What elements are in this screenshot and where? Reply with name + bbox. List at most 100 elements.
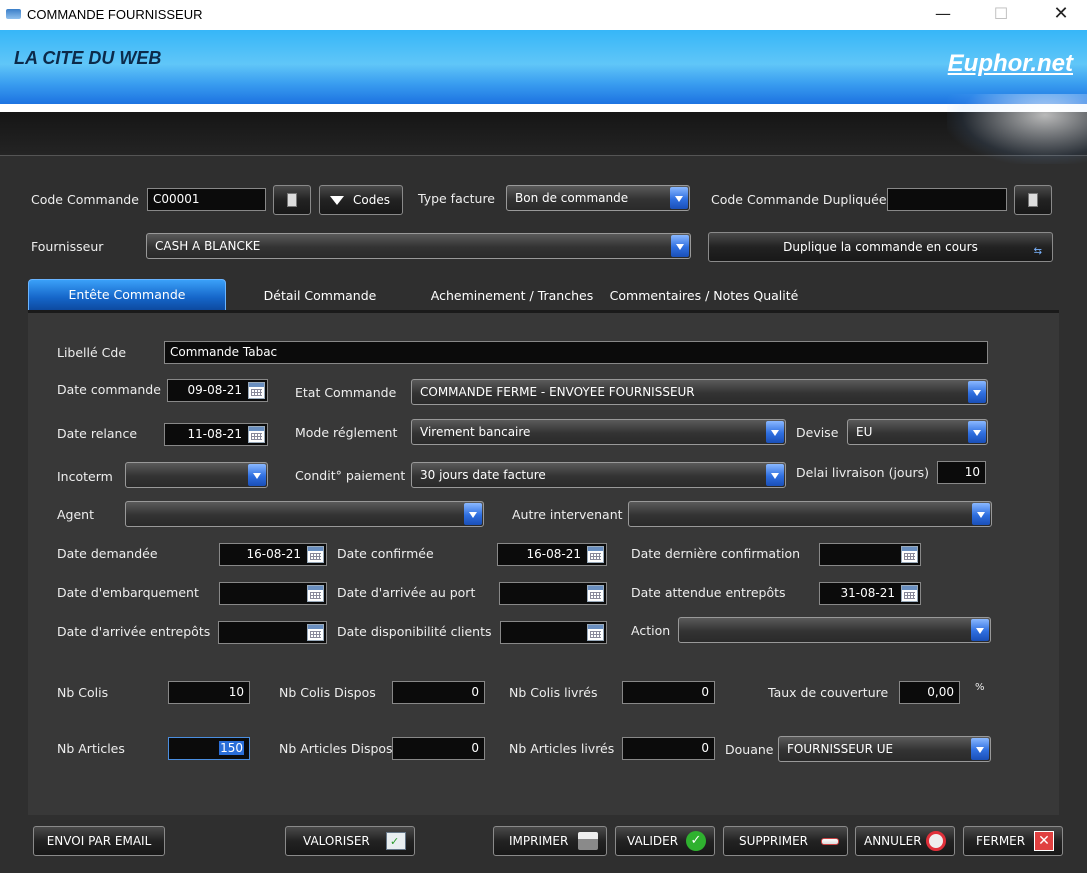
imprimer-label: IMPRIMER	[509, 834, 569, 848]
euphor-logo[interactable]: Euphor.net	[948, 50, 1073, 78]
fournisseur-select[interactable]: CASH A BLANCKE	[146, 233, 691, 259]
date-attendue-label: Date attendue entrepôts	[631, 585, 786, 600]
devise-select[interactable]: EU	[847, 419, 988, 445]
codes-button-label: Codes	[353, 193, 390, 207]
date-arrivee-label: Date d'arrivée entrepôts	[57, 624, 211, 639]
chevron-down-icon	[971, 738, 989, 760]
check-icon: ✓	[686, 831, 706, 851]
chevron-down-icon	[968, 381, 986, 403]
douane-select[interactable]: FOURNISSEUR UE	[778, 736, 991, 762]
calendar-icon[interactable]	[587, 546, 604, 563]
banner: LA CITE DU WEB Euphor.net	[0, 30, 1087, 106]
delai-input[interactable]: 10	[937, 461, 986, 484]
chevron-down-icon	[766, 464, 784, 486]
condit-select[interactable]: 30 jours date facture	[411, 462, 786, 488]
envoi-email-button[interactable]: ENVOI PAR EMAIL	[33, 826, 165, 856]
fermer-button[interactable]: FERMER ✕	[963, 826, 1063, 856]
type-facture-value: Bon de commande	[515, 191, 629, 205]
date-embarquement-field[interactable]	[219, 582, 327, 605]
nb-colis-livres-input[interactable]: 0	[622, 681, 715, 704]
annuler-button[interactable]: ANNULER	[855, 826, 955, 856]
company-name: LA CITE DU WEB	[14, 48, 162, 68]
incoterm-select[interactable]	[125, 462, 268, 488]
calendar-icon[interactable]	[307, 585, 324, 602]
date-demandee-label: Date demandée	[57, 546, 158, 561]
tab-entete[interactable]: Entête Commande	[28, 279, 226, 311]
nb-colis-dispos-label: Nb Colis Dispos	[279, 685, 376, 700]
date-demandee-field[interactable]: 16-08-21	[219, 543, 327, 566]
calendar-icon[interactable]	[307, 546, 324, 563]
new-doc-button-2[interactable]	[1014, 185, 1052, 215]
banner-glow	[947, 94, 1087, 164]
banner-divider	[0, 104, 1087, 112]
type-facture-select[interactable]: Bon de commande	[506, 185, 690, 211]
date-derniere-field[interactable]	[819, 543, 921, 566]
delai-label: Delai livraison (jours)	[796, 465, 930, 480]
valoriser-button[interactable]: VALORISER ✓	[285, 826, 415, 856]
nb-articles-value: 150	[219, 741, 244, 755]
printer-icon	[578, 832, 598, 850]
new-doc-button[interactable]	[273, 185, 311, 215]
etat-select[interactable]: COMMANDE FERME - ENVOYEE FOURNISSEUR	[411, 379, 988, 405]
date-commande-label: Date commande	[57, 382, 161, 397]
libelle-label: Libellé Cde	[57, 345, 127, 360]
codes-button[interactable]: Codes	[319, 185, 403, 215]
date-dispo-field[interactable]	[500, 621, 607, 644]
date-derniere-label: Date dernière confirmation	[631, 546, 801, 561]
date-port-field[interactable]	[499, 582, 607, 605]
calendar-icon[interactable]	[587, 624, 604, 641]
autre-intervenant-select[interactable]	[628, 501, 992, 527]
date-attendue-value: 31-08-21	[840, 586, 895, 600]
maximize-icon[interactable]: ☐	[989, 4, 1013, 26]
douane-value: FOURNISSEUR UE	[787, 742, 894, 756]
minimize-icon[interactable]: —	[931, 4, 955, 26]
date-demandee-value: 16-08-21	[246, 547, 301, 561]
date-confirmee-value: 16-08-21	[526, 547, 581, 561]
app-icon	[6, 9, 21, 19]
valoriser-label: VALORISER	[303, 834, 370, 848]
date-relance-value: 11-08-21	[187, 427, 242, 441]
date-commande-field[interactable]: 09-08-21	[167, 379, 268, 402]
date-confirmee-field[interactable]: 16-08-21	[497, 543, 607, 566]
date-relance-field[interactable]: 11-08-21	[164, 423, 268, 446]
close-icon[interactable]: ✕	[1049, 4, 1073, 26]
imprimer-button[interactable]: IMPRIMER	[493, 826, 607, 856]
calendar-icon[interactable]	[307, 624, 324, 641]
agent-select[interactable]	[125, 501, 484, 527]
code-commande-label: Code Commande	[31, 192, 139, 207]
valider-button[interactable]: VALIDER ✓	[615, 826, 715, 856]
nb-articles-input[interactable]: 150	[168, 737, 250, 760]
date-arrivee-field[interactable]	[218, 621, 327, 644]
checklist-icon: ✓	[386, 832, 406, 850]
tab-acheminement[interactable]: Acheminement / Tranches	[426, 279, 598, 311]
action-select[interactable]	[678, 617, 991, 643]
code-dupliquee-input[interactable]	[887, 188, 1007, 211]
calendar-icon[interactable]	[901, 585, 918, 602]
duplique-button[interactable]: Duplique la commande en cours ⇆	[708, 232, 1053, 262]
calendar-icon[interactable]	[248, 382, 265, 399]
tab-commentaires[interactable]: Commentaires / Notes Qualité	[608, 279, 800, 311]
chevron-down-icon	[671, 235, 689, 257]
nb-articles-dispos-input[interactable]: 0	[392, 737, 485, 760]
nb-colis-dispos-input[interactable]: 0	[392, 681, 485, 704]
nb-colis-input[interactable]: 10	[168, 681, 250, 704]
fermer-label: FERMER	[976, 834, 1026, 848]
supprimer-label: SUPPRIMER	[739, 834, 809, 848]
calendar-icon[interactable]	[587, 585, 604, 602]
tab-detail[interactable]: Détail Commande	[250, 279, 390, 311]
date-confirmee-label: Date confirmée	[337, 546, 434, 561]
code-commande-input[interactable]: C00001	[147, 188, 266, 211]
filter-icon	[330, 196, 344, 205]
condit-label: Condit° paiement	[295, 468, 406, 483]
agent-label: Agent	[57, 507, 94, 522]
calendar-icon[interactable]	[248, 426, 265, 443]
calendar-icon[interactable]	[901, 546, 918, 563]
nb-articles-livres-input[interactable]: 0	[622, 737, 715, 760]
supprimer-button[interactable]: SUPPRIMER	[723, 826, 848, 856]
date-attendue-field[interactable]: 31-08-21	[819, 582, 921, 605]
libelle-input[interactable]: Commande Tabac	[164, 341, 988, 364]
taux-input[interactable]: 0,00	[899, 681, 960, 704]
mode-reglement-select[interactable]: Virement bancaire	[411, 419, 786, 445]
minus-icon	[821, 838, 839, 845]
etat-value: COMMANDE FERME - ENVOYEE FOURNISSEUR	[420, 385, 695, 399]
